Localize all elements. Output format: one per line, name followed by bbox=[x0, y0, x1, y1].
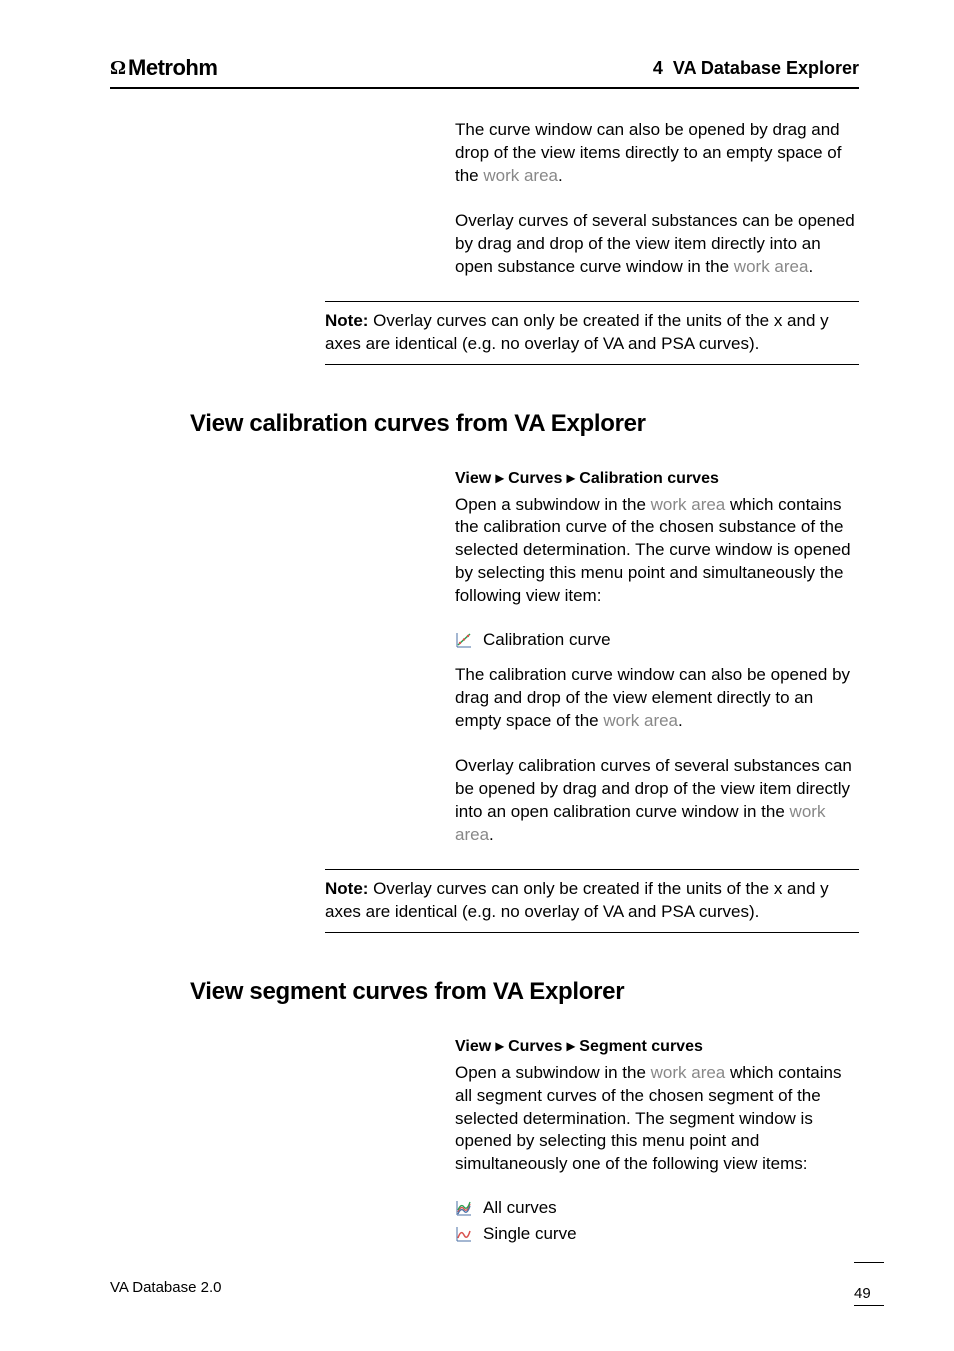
body-paragraph: The calibration curve window can also be… bbox=[455, 664, 859, 733]
menu-path: View ▸ Curves ▸ Segment curves bbox=[455, 1036, 859, 1056]
page-header: ΩMetrohm 4 VA Database Explorer bbox=[110, 55, 859, 89]
note-text: Note: Overlay curves can only be created… bbox=[325, 310, 859, 356]
paragraph-block: Open a subwindow in the work area which … bbox=[455, 1062, 859, 1177]
omega-icon: Ω bbox=[110, 57, 126, 80]
paragraph-block: Overlay curves of several substances can… bbox=[455, 210, 859, 279]
page-number: 49 bbox=[854, 1285, 871, 1302]
icon-label: Calibration curve bbox=[483, 630, 611, 650]
body-paragraph: Overlay calibration curves of several su… bbox=[455, 755, 859, 847]
single-curve-icon bbox=[455, 1225, 473, 1243]
body-paragraph: Open a subwindow in the work area which … bbox=[455, 1062, 859, 1177]
icon-label: All curves bbox=[483, 1198, 557, 1218]
menu-path: View ▸ Curves ▸ Calibration curves bbox=[455, 468, 859, 488]
paragraph-block: The calibration curve window can also be… bbox=[455, 664, 859, 733]
footer-product: VA Database 2.0 bbox=[110, 1279, 221, 1296]
icon-row-all-curves: All curves bbox=[455, 1198, 859, 1218]
body-paragraph: Open a subwindow in the work area which … bbox=[455, 494, 859, 609]
icon-row-calibration: Calibration curve bbox=[455, 630, 859, 650]
body-paragraph: The curve window can also be opened by d… bbox=[455, 119, 859, 188]
note-text: Note: Overlay curves can only be created… bbox=[325, 878, 859, 924]
note-block: Note: Overlay curves can only be created… bbox=[325, 301, 859, 365]
chapter-title: 4 VA Database Explorer bbox=[653, 58, 859, 79]
page-footer: VA Database 2.0 bbox=[110, 1279, 879, 1296]
page-number-decoration: 49 bbox=[854, 1262, 884, 1306]
body-paragraph: Overlay curves of several substances can… bbox=[455, 210, 859, 279]
icon-label: Single curve bbox=[483, 1224, 577, 1244]
paragraph-block: The curve window can also be opened by d… bbox=[455, 119, 859, 188]
all-curves-icon bbox=[455, 1199, 473, 1217]
section-heading-segment: View segment curves from VA Explorer bbox=[190, 978, 859, 1006]
paragraph-block: Open a subwindow in the work area which … bbox=[455, 494, 859, 609]
calibration-curve-icon bbox=[455, 631, 473, 649]
paragraph-block: Overlay calibration curves of several su… bbox=[455, 755, 859, 847]
section-heading-calibration: View calibration curves from VA Explorer bbox=[190, 410, 859, 438]
brand-name: Metrohm bbox=[128, 55, 217, 81]
note-block: Note: Overlay curves can only be created… bbox=[325, 869, 859, 933]
brand-logo: ΩMetrohm bbox=[110, 55, 217, 81]
icon-row-single-curve: Single curve bbox=[455, 1224, 859, 1244]
